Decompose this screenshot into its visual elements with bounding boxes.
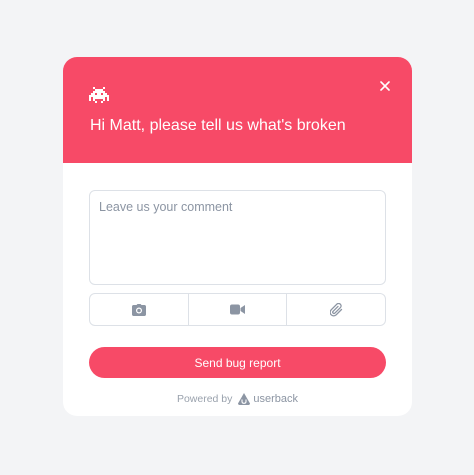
screenshot-button[interactable] (90, 294, 188, 325)
userback-logo-icon (238, 393, 251, 405)
video-camera-icon (230, 304, 245, 315)
close-icon (380, 81, 390, 91)
comment-input[interactable] (90, 191, 385, 284)
powered-by-footer: Powered by userback (63, 393, 412, 405)
powered-by-label: Powered by (176, 393, 233, 405)
header-title: Hi Matt, please tell us what's broken (90, 117, 346, 134)
userback-logo[interactable]: userback (238, 393, 298, 405)
close-button[interactable] (375, 76, 395, 96)
comment-field[interactable] (89, 190, 386, 285)
video-record-button[interactable] (187, 294, 287, 325)
paperclip-icon (329, 302, 342, 316)
widget-header: Hi Matt, please tell us what's broken (63, 57, 412, 163)
camera-icon (131, 303, 146, 316)
attach-file-button[interactable] (286, 294, 385, 325)
send-bug-report-button[interactable]: Send bug report (89, 347, 386, 378)
feedback-widget: Hi Matt, please tell us what's broken Se… (63, 57, 412, 416)
attachment-toolbar (89, 293, 386, 326)
space-invader-icon (89, 87, 109, 105)
userback-brand: userback (253, 393, 299, 405)
